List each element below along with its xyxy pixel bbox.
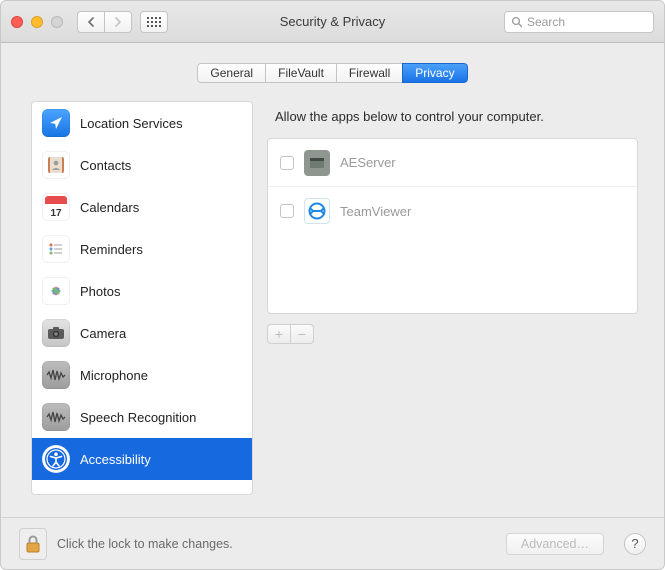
app-checkbox[interactable] [280, 156, 294, 170]
app-icon [304, 198, 330, 224]
advanced-button[interactable]: Advanced… [506, 533, 604, 555]
tab-firewall[interactable]: Firewall [336, 63, 403, 83]
sidebar-item-location-services[interactable]: Location Services [32, 102, 252, 144]
sidebar-item-microphone[interactable]: Microphone [32, 354, 252, 396]
sidebar-item-label: Contacts [80, 158, 131, 173]
tab-general[interactable]: General [197, 63, 266, 83]
sidebar-item-calendars[interactable]: 17 Calendars [32, 186, 252, 228]
search-icon [511, 16, 523, 28]
app-icon [304, 150, 330, 176]
sidebar-item-accessibility[interactable]: Accessibility [32, 438, 252, 480]
sidebar-item-photos[interactable]: Photos [32, 270, 252, 312]
back-button[interactable] [77, 11, 105, 33]
sidebar-item-label: Camera [80, 326, 126, 341]
app-list: AEServer TeamViewer [267, 138, 638, 314]
contacts-icon [42, 151, 70, 179]
plus-icon: + [275, 326, 283, 342]
tab-label: Firewall [349, 66, 390, 80]
button-label: Advanced… [521, 537, 589, 551]
sidebar-item-contacts[interactable]: Contacts [32, 144, 252, 186]
app-name: AEServer [340, 155, 396, 170]
tab-filevault[interactable]: FileVault [265, 63, 337, 83]
add-app-button[interactable]: + [267, 324, 291, 344]
sidebar-item-label: Location Services [80, 116, 183, 131]
detail-pane: Allow the apps below to control your com… [267, 101, 638, 495]
tab-label: Privacy [415, 66, 454, 80]
location-icon [42, 109, 70, 137]
accessibility-icon [42, 445, 70, 473]
app-row[interactable]: AEServer [268, 139, 637, 187]
pane-description: Allow the apps below to control your com… [275, 109, 638, 124]
app-checkbox[interactable] [280, 204, 294, 218]
app-name: TeamViewer [340, 204, 411, 219]
app-row[interactable]: TeamViewer [268, 187, 637, 235]
forward-button[interactable] [104, 11, 132, 33]
footer: Click the lock to make changes. Advanced… [1, 517, 664, 569]
tab-bar: General FileVault Firewall Privacy [1, 63, 664, 83]
grid-icon [147, 17, 161, 27]
reminders-icon [42, 235, 70, 263]
sidebar-item-label: Microphone [80, 368, 148, 383]
sidebar-item-camera[interactable]: Camera [32, 312, 252, 354]
tab-label: General [210, 66, 253, 80]
photos-icon [42, 277, 70, 305]
speech-icon [42, 403, 70, 431]
titlebar: Security & Privacy [1, 1, 664, 43]
sidebar-item-speech-recognition[interactable]: Speech Recognition [32, 396, 252, 438]
help-button[interactable]: ? [624, 533, 646, 555]
sidebar-item-label: Reminders [80, 242, 143, 257]
remove-app-button[interactable]: − [290, 324, 314, 344]
close-window-button[interactable] [11, 16, 23, 28]
minus-icon: − [298, 326, 306, 342]
sidebar-item-label: Accessibility [80, 452, 151, 467]
search-input[interactable] [527, 15, 647, 29]
search-field[interactable] [504, 11, 654, 33]
calendar-icon: 17 [42, 193, 70, 221]
sidebar-item-label: Photos [80, 284, 120, 299]
content-area: Location Services Contacts 17 Calendars [1, 83, 664, 517]
camera-icon [42, 319, 70, 347]
sidebar-item-reminders[interactable]: Reminders [32, 228, 252, 270]
chevron-right-icon [114, 17, 122, 27]
lock-hint-text: Click the lock to make changes. [57, 537, 233, 551]
lock-button[interactable] [19, 528, 47, 560]
sidebar-item-label: Speech Recognition [80, 410, 196, 425]
microphone-icon [42, 361, 70, 389]
show-all-button[interactable] [140, 11, 168, 33]
add-remove-controls: + − [267, 324, 638, 344]
nav-buttons [77, 11, 132, 33]
window-controls [11, 16, 63, 28]
zoom-window-button[interactable] [51, 16, 63, 28]
tab-privacy[interactable]: Privacy [402, 63, 467, 83]
tab-label: FileVault [278, 66, 324, 80]
privacy-category-list: Location Services Contacts 17 Calendars [31, 101, 253, 495]
preferences-window: Security & Privacy General FileVault Fir… [0, 0, 665, 570]
sidebar-item-label: Calendars [80, 200, 139, 215]
question-icon: ? [631, 536, 638, 551]
lock-icon [25, 534, 41, 554]
chevron-left-icon [87, 17, 95, 27]
minimize-window-button[interactable] [31, 16, 43, 28]
